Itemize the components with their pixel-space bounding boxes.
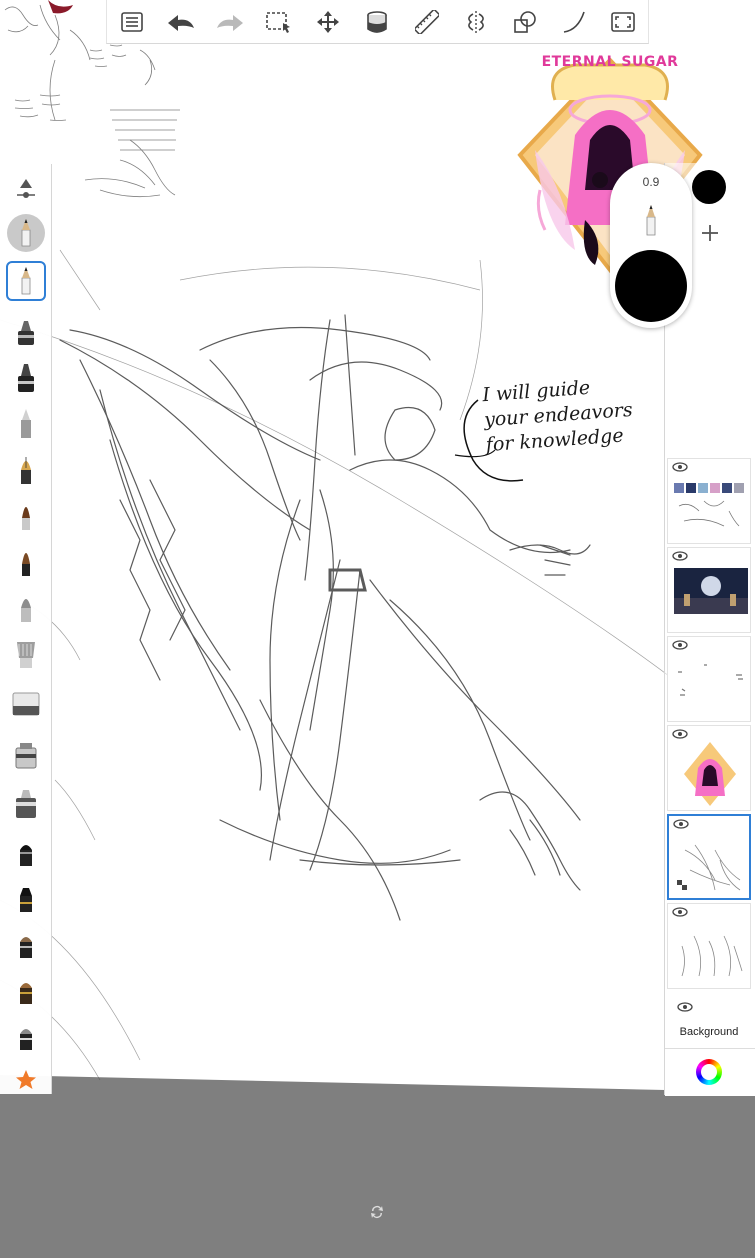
brush-marker[interactable] xyxy=(6,312,46,352)
layer-sticker[interactable] xyxy=(667,725,751,811)
fountain-pen-icon xyxy=(21,457,31,484)
ruler-icon xyxy=(414,9,439,34)
transform-button[interactable] xyxy=(311,5,345,39)
add-layer-button[interactable] xyxy=(695,218,725,248)
plus-icon xyxy=(702,225,718,241)
chisel-icon xyxy=(20,888,32,912)
curve-icon xyxy=(563,11,585,33)
pencil-icon xyxy=(21,219,31,247)
redo-button[interactable] xyxy=(213,5,247,39)
layer-thumbnail xyxy=(677,844,741,891)
undo-icon xyxy=(167,14,194,31)
ink-pen-icon xyxy=(18,364,34,392)
undo-button[interactable] xyxy=(164,5,198,39)
brush-puck[interactable]: 0.9 xyxy=(610,163,692,328)
brush-fountain-pen[interactable] xyxy=(6,450,46,490)
layer-background[interactable]: Background xyxy=(667,992,751,1046)
color-wheel-icon[interactable] xyxy=(696,1059,722,1085)
brush-technical-pen[interactable] xyxy=(6,404,46,444)
brush-properties-button[interactable] xyxy=(6,168,46,208)
brush-paintbrush-dark[interactable] xyxy=(6,542,46,582)
brush-pencil[interactable] xyxy=(6,261,46,301)
eye-icon[interactable] xyxy=(672,907,688,917)
eraser-icon xyxy=(12,692,40,716)
ruler-button[interactable] xyxy=(410,5,444,39)
layer-thumbnail xyxy=(684,742,736,806)
layer-sketches[interactable] xyxy=(667,458,751,544)
brush-chisel-1[interactable] xyxy=(6,834,46,874)
rotate-reset-icon[interactable] xyxy=(369,1204,385,1220)
list-icon xyxy=(120,11,143,32)
eye-icon[interactable] xyxy=(672,640,688,650)
brush-ink-pen[interactable] xyxy=(6,358,46,398)
pencil-icon xyxy=(21,267,31,295)
eye-icon[interactable] xyxy=(673,819,689,829)
redo-icon xyxy=(216,14,243,31)
top-toolbar xyxy=(106,0,649,44)
chisel-icon xyxy=(20,937,32,958)
eye-icon[interactable] xyxy=(672,551,688,561)
symmetry-button[interactable] xyxy=(459,5,493,39)
pencil-icon xyxy=(646,205,656,236)
current-color-swatch[interactable] xyxy=(692,170,726,204)
chisel-icon xyxy=(20,845,32,866)
brush-chisel-5[interactable] xyxy=(6,1018,46,1058)
layer-list-button[interactable] xyxy=(115,5,149,39)
marker-icon xyxy=(18,321,34,345)
handwritten-caption: I will guide your endeavors for knowledg… xyxy=(482,373,636,458)
brush-properties-icon xyxy=(17,179,35,198)
star-icon xyxy=(16,1070,36,1089)
paintbrush-icon xyxy=(22,553,30,576)
brush-paintbrush[interactable] xyxy=(6,496,46,536)
fullscreen-button[interactable] xyxy=(606,5,640,39)
chisel-icon xyxy=(20,983,32,1004)
brush-chisel-3[interactable] xyxy=(6,926,46,966)
paintbrush-icon xyxy=(22,507,30,530)
technical-pen-icon xyxy=(21,409,31,438)
fill-button[interactable] xyxy=(360,5,394,39)
brush-chisel-2[interactable] xyxy=(6,880,46,920)
brush-palette xyxy=(0,164,52,1094)
brush-smudge[interactable] xyxy=(6,737,46,777)
chisel-icon xyxy=(20,1029,32,1050)
shapes-icon xyxy=(514,10,536,33)
shapes-button[interactable] xyxy=(508,5,542,39)
airbrush-icon xyxy=(21,599,31,622)
brush-eraser[interactable] xyxy=(6,684,46,724)
layer-thumbnail xyxy=(681,935,743,977)
fullscreen-icon xyxy=(611,11,636,32)
eye-icon[interactable] xyxy=(677,1002,693,1012)
brush-blender[interactable] xyxy=(6,784,46,824)
layer-thumbnail xyxy=(678,664,743,696)
opacity-value: 0.9 xyxy=(642,175,660,189)
layer-thumbnail xyxy=(674,568,748,614)
selection-icon xyxy=(266,11,291,33)
bucket-icon xyxy=(367,10,388,33)
layer-marks[interactable] xyxy=(667,636,751,722)
layer-figures[interactable] xyxy=(667,903,751,989)
flat-brush-icon xyxy=(17,642,35,668)
layer-thumbnail xyxy=(674,483,744,527)
blender-icon xyxy=(16,790,36,818)
selection-button[interactable] xyxy=(262,5,296,39)
layer-current-sketch[interactable] xyxy=(667,814,751,900)
brush-airbrush[interactable] xyxy=(6,588,46,628)
brush-flat[interactable] xyxy=(6,634,46,674)
layer-photo[interactable] xyxy=(667,547,751,633)
favorites-button[interactable] xyxy=(6,1060,46,1100)
sticker-title: ETERNAL SUGAR xyxy=(541,54,679,70)
move-icon xyxy=(317,10,340,33)
layer-background-label: Background xyxy=(679,1026,739,1038)
symmetry-icon xyxy=(467,10,484,33)
brush-size-swatch[interactable] xyxy=(615,250,687,322)
brush-pencil-preview[interactable] xyxy=(7,214,45,252)
eye-icon[interactable] xyxy=(672,462,688,472)
brush-chisel-4[interactable] xyxy=(6,972,46,1012)
smudge-icon xyxy=(15,743,37,769)
curve-button[interactable] xyxy=(557,5,591,39)
